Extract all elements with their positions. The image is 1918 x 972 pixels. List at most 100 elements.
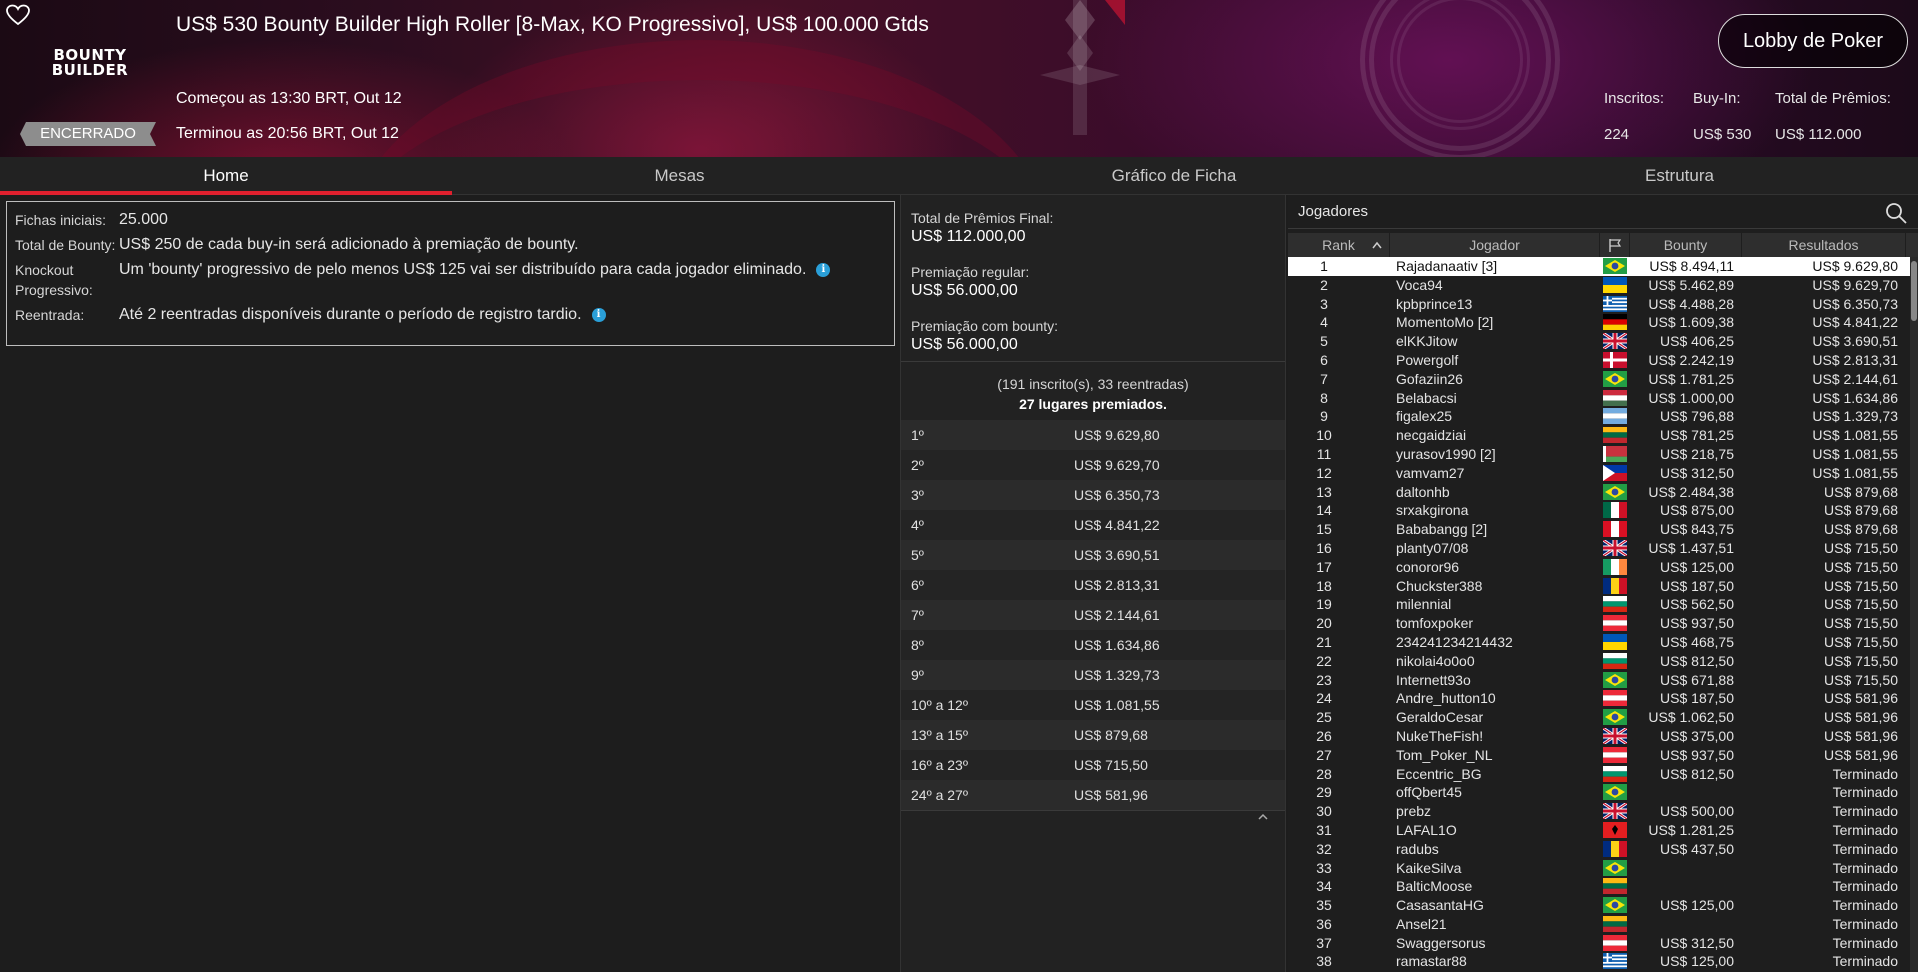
player-row[interactable]: 9 figalex25 US$ 796,88 US$ 1.329,73 <box>1288 407 1918 426</box>
player-name: kpbprince13 <box>1396 295 1473 312</box>
tournament-title: US$ 530 Bounty Builder High Roller [8-Ma… <box>176 13 929 36</box>
player-row[interactable]: 19 milennial US$ 562,50 US$ 715,50 <box>1288 595 1918 614</box>
player-row[interactable]: 22 nikolai4o0o0 US$ 812,50 US$ 715,50 <box>1288 652 1918 671</box>
player-row[interactable]: 25 GeraldoCesar US$ 1.062,50 US$ 581,96 <box>1288 708 1918 727</box>
player-row[interactable]: 32 radubs US$ 437,50 Terminado <box>1288 840 1918 859</box>
payout-row: 7º US$ 2.144,61 <box>901 600 1285 630</box>
player-row[interactable]: 4 MomentoMo [2] US$ 1.609,38 US$ 4.841,22 <box>1288 313 1918 332</box>
player-row[interactable]: 16 planty07/08 US$ 1.437,51 US$ 715,50 <box>1288 539 1918 558</box>
player-bounty: US$ 937,50 <box>1660 746 1734 763</box>
player-row[interactable]: 12 vamvam27 US$ 312,50 US$ 1.081,55 <box>1288 464 1918 483</box>
column-rank[interactable]: Rank <box>1288 233 1390 257</box>
player-bounty: US$ 1.437,51 <box>1648 539 1734 556</box>
player-row[interactable]: 21 234241234214432 US$ 468,75 US$ 715,50 <box>1288 633 1918 652</box>
player-bounty <box>1630 877 1742 896</box>
player-row[interactable]: 8 Belabacsi US$ 1.000,00 US$ 1.634,86 <box>1288 389 1918 408</box>
player-row[interactable]: 11 yurasov1990 [2] US$ 218,75 US$ 1.081,55 <box>1288 445 1918 464</box>
info-value-wrap: Até 2 reentradas disponíveis durante o p… <box>119 305 606 325</box>
player-row[interactable]: 24 Andre_hutton10 US$ 187,50 US$ 581,96 <box>1288 689 1918 708</box>
player-row[interactable]: 20 tomfoxpoker US$ 937,50 US$ 715,50 <box>1288 614 1918 633</box>
player-row[interactable]: 38 ramastar88 US$ 125,00 Terminado <box>1288 952 1918 971</box>
info-value: 25.000 <box>119 211 168 228</box>
player-row[interactable]: 35 CasasantaHG US$ 125,00 Terminado <box>1288 896 1918 915</box>
tab-tables[interactable]: Mesas <box>452 157 907 195</box>
player-row[interactable]: 6 Powergolf US$ 2.242,19 US$ 2.813,31 <box>1288 351 1918 370</box>
player-country <box>1600 708 1630 727</box>
column-player[interactable]: Jogador <box>1390 233 1600 257</box>
payout-row: 10º a 12º US$ 1.081,55 <box>901 690 1285 720</box>
player-row[interactable]: 36 Ansel21 Terminado <box>1288 915 1918 934</box>
flag-icon <box>1603 276 1627 293</box>
heart-icon[interactable] <box>6 4 30 26</box>
player-rank: 7 <box>1320 370 1328 387</box>
player-result: Terminado <box>1832 821 1898 838</box>
scrollbar-thumb[interactable] <box>1911 261 1917 321</box>
player-row[interactable]: 37 Swaggersorus US$ 312,50 Terminado <box>1288 934 1918 953</box>
payout-amount: US$ 4.841,22 <box>1074 517 1160 533</box>
player-row[interactable]: 23 Internett93o US$ 671,88 US$ 715,50 <box>1288 671 1918 690</box>
player-bounty: US$ 875,00 <box>1660 502 1734 519</box>
players-scrollbar[interactable] <box>1910 257 1918 972</box>
players-column-headers: Rank Jogador Bounty Resultados <box>1288 233 1918 257</box>
player-bounty: US$ 187,50 <box>1660 577 1734 594</box>
status-badge: ENCERRADO <box>20 122 156 146</box>
payout-amount: US$ 2.144,61 <box>1074 607 1160 623</box>
player-row[interactable]: 2 Voca94 US$ 5.462,89 US$ 9.629,70 <box>1288 276 1918 295</box>
end-time: Terminou as 20:56 BRT, Out 12 <box>176 125 399 142</box>
player-rank: 16 <box>1316 539 1332 556</box>
player-country <box>1600 370 1630 389</box>
player-bounty: US$ 796,88 <box>1660 408 1734 425</box>
player-row[interactable]: 10 necgaidziai US$ 781,25 US$ 1.081,55 <box>1288 426 1918 445</box>
info-icon[interactable]: i <box>591 307 606 322</box>
player-rank: 27 <box>1316 746 1332 763</box>
player-row[interactable]: 17 conoror96 US$ 125,00 US$ 715,50 <box>1288 558 1918 577</box>
player-row[interactable]: 29 offQbert45 Terminado <box>1288 783 1918 802</box>
player-result: Terminado <box>1832 784 1898 801</box>
player-row[interactable]: 14 srxakgirona US$ 875,00 US$ 879,68 <box>1288 501 1918 520</box>
player-rank: 15 <box>1316 521 1332 538</box>
paid-places: 27 lugares premiados. <box>1019 396 1167 412</box>
player-country <box>1600 802 1630 821</box>
flag-icon <box>1603 953 1627 970</box>
player-country <box>1600 539 1630 558</box>
player-row[interactable]: 3 kpbprince13 US$ 4.488,28 US$ 6.350,73 <box>1288 295 1918 314</box>
search-icon[interactable] <box>1884 201 1908 225</box>
column-bounty[interactable]: Bounty <box>1630 233 1742 257</box>
info-icon[interactable]: i <box>816 262 831 277</box>
payout-row: 3º US$ 6.350,73 <box>901 480 1285 510</box>
player-row[interactable]: 26 NukeTheFish! US$ 375,00 US$ 581,96 <box>1288 727 1918 746</box>
player-country <box>1600 859 1630 878</box>
player-row[interactable]: 1 Rajadanaativ [3] US$ 8.494,11 US$ 9.629,8… <box>1288 257 1918 276</box>
player-rank: 12 <box>1316 464 1332 481</box>
column-results[interactable]: Resultados <box>1742 233 1906 257</box>
player-result: Terminado <box>1832 878 1898 895</box>
payout-row: 9º US$ 1.329,73 <box>901 660 1285 690</box>
player-row[interactable]: 27 Tom_Poker_NL US$ 937,50 US$ 581,96 <box>1288 746 1918 765</box>
info-label: Knockout Progressivo: <box>15 262 93 298</box>
tab-home[interactable]: Home <box>0 157 452 195</box>
player-row[interactable]: 28 Eccentric_BG US$ 812,50 Terminado <box>1288 765 1918 784</box>
player-row[interactable]: 7 Gofaziin26 US$ 1.781,25 US$ 2.144,61 <box>1288 370 1918 389</box>
player-country <box>1600 295 1630 314</box>
chevron-up-icon[interactable] <box>1257 811 1269 823</box>
player-row[interactable]: 34 BalticMoose Terminado <box>1288 877 1918 896</box>
player-row[interactable]: 13 daltonhb US$ 2.484,38 US$ 879,68 <box>1288 483 1918 502</box>
flag-icon <box>1603 389 1627 406</box>
player-rank: 28 <box>1316 765 1332 782</box>
poker-lobby-button[interactable]: Lobby de Poker <box>1718 14 1908 68</box>
player-name: conoror96 <box>1396 558 1460 575</box>
player-rank: 5 <box>1320 333 1328 350</box>
player-row[interactable]: 30 prebz US$ 500,00 Terminado <box>1288 802 1918 821</box>
player-row[interactable]: 5 elKKJitow US$ 406,25 US$ 3.690,51 <box>1288 332 1918 351</box>
column-country[interactable] <box>1600 233 1630 257</box>
tab-chip-graph[interactable]: Gráfico de Ficha <box>907 157 1441 195</box>
flag-icon <box>1603 690 1627 707</box>
player-row[interactable]: 33 KaikeSilva Terminado <box>1288 859 1918 878</box>
player-row[interactable]: 15 Bababangg [2] US$ 843,75 US$ 879,68 <box>1288 520 1918 539</box>
payout-amount: US$ 1.081,55 <box>1074 697 1160 713</box>
player-row[interactable]: 31 LAFAL1O US$ 1.281,25 Terminado <box>1288 821 1918 840</box>
player-result: US$ 2.144,61 <box>1812 370 1898 387</box>
player-result: Terminado <box>1832 915 1898 932</box>
tab-structure[interactable]: Estrutura <box>1441 157 1918 195</box>
player-row[interactable]: 18 Chuckster388 US$ 187,50 US$ 715,50 <box>1288 577 1918 596</box>
